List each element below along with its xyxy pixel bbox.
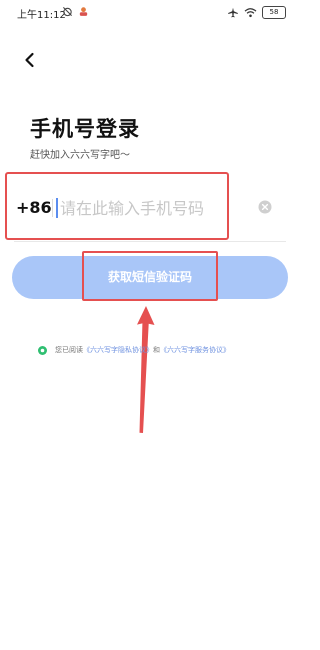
agreement-prefix: 您已阅读 [55,346,83,354]
agreement-row: 您已阅读 《六六写字隐私协议》 和 《六六写字服务协议》 [38,343,300,357]
input-underline [14,241,286,242]
annotation-highlight-button [82,251,218,301]
clear-circle-icon[interactable] [258,200,272,214]
status-icons: 58 [227,5,286,19]
status-time: 上午11:12 [17,10,66,21]
chevron-left-icon [25,52,34,68]
privacy-agreement-link[interactable]: 《六六写字隐私协议》 [83,345,153,355]
battery-icon: 58 [262,5,286,19]
alarm-off-icon [62,6,73,17]
back-button[interactable] [20,50,40,70]
airplane-icon [228,7,238,17]
app-notification-icon [79,7,88,16]
page-subtitle: 赶快加入六六写字吧～ [30,150,130,161]
wifi-icon [244,7,257,17]
status-bar: 上午11:12 58 [0,0,300,26]
agree-checkbox[interactable] [38,345,47,355]
annotation-arrow [137,306,155,433]
page-title: 手机号登录 [30,117,140,141]
agreement-connector: 和 [153,346,160,354]
service-agreement-link[interactable]: 《六六写字服务协议》 [160,345,230,355]
annotation-highlight-input [5,172,229,240]
